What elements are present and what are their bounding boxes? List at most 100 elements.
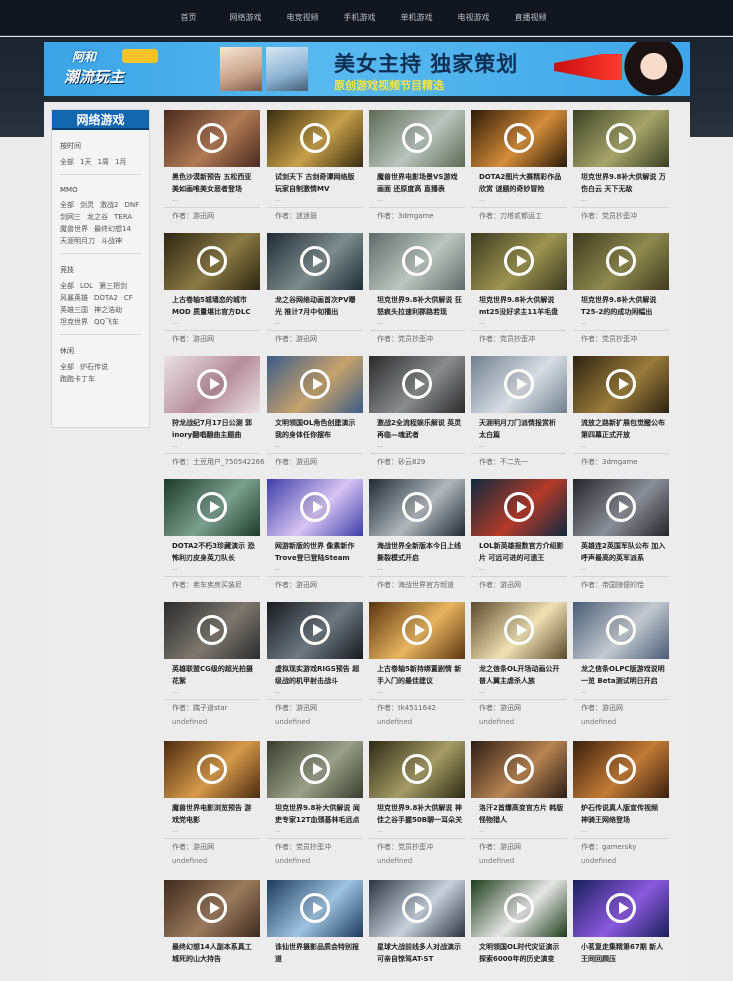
video-thumbnail[interactable] (573, 602, 669, 659)
play-icon[interactable] (197, 123, 227, 153)
nav-item[interactable]: 直播视频 (502, 0, 559, 36)
video-title[interactable]: 坦克世界9.8补大供解说 狂怒疯头拉速利郡路若现 (377, 294, 463, 318)
filter-option[interactable]: 1月 (115, 156, 126, 168)
nav-item[interactable]: 电视游戏 (445, 0, 502, 36)
play-icon[interactable] (197, 754, 227, 784)
play-icon[interactable] (504, 123, 534, 153)
video-thumbnail[interactable] (369, 356, 465, 413)
play-icon[interactable] (300, 369, 330, 399)
filter-option[interactable]: 坦克世界 (60, 316, 88, 328)
video-title[interactable]: 流放之路新扩展包觉醒公布 第四幕正式开放 (581, 417, 667, 441)
video-thumbnail[interactable] (164, 233, 260, 290)
video-title[interactable]: 最终幻想14人副本系真工城死的山大持告 (172, 941, 258, 965)
video-title[interactable]: 天涯明月刀门派情报赏析 太白篇 (479, 417, 565, 441)
filter-option[interactable]: 炉石传说 (80, 361, 108, 373)
play-icon[interactable] (402, 246, 432, 276)
video-thumbnail[interactable] (267, 741, 363, 798)
play-icon[interactable] (300, 754, 330, 784)
video-thumbnail[interactable] (471, 602, 567, 659)
filter-option[interactable]: 剑网三 (60, 211, 81, 223)
nav-item[interactable]: 单机游戏 (388, 0, 445, 36)
video-thumbnail[interactable] (573, 880, 669, 937)
play-icon[interactable] (504, 492, 534, 522)
filter-option[interactable]: TERA (114, 211, 132, 223)
video-thumbnail[interactable] (164, 602, 260, 659)
video-title[interactable]: 诛仙世界摄影品质会特别报道 (275, 941, 361, 965)
filter-option[interactable]: 最终幻想14 (94, 223, 131, 235)
video-thumbnail[interactable] (471, 479, 567, 536)
play-icon[interactable] (504, 754, 534, 784)
filter-option[interactable]: LOL (80, 280, 93, 292)
play-icon[interactable] (197, 246, 227, 276)
play-icon[interactable] (402, 123, 432, 153)
video-thumbnail[interactable] (267, 880, 363, 937)
video-title[interactable]: 龙之信条OLPC版游戏说明一览 Beta测试明日开启 (581, 663, 667, 687)
play-icon[interactable] (504, 615, 534, 645)
video-thumbnail[interactable] (369, 602, 465, 659)
play-icon[interactable] (606, 246, 636, 276)
play-icon[interactable] (606, 615, 636, 645)
play-icon[interactable] (300, 246, 330, 276)
video-title[interactable]: 文明领国OL时代灾证演示 探索6000年的历史演变 (479, 941, 565, 965)
nav-item[interactable]: 电竞视频 (274, 0, 331, 36)
play-icon[interactable] (300, 492, 330, 522)
video-title[interactable]: 小茗复走集精第67期 新人王同回顾压 (581, 941, 667, 965)
video-title[interactable]: 英雄连2英国军队公布 加入呼声最高的英军派系 (581, 540, 667, 564)
video-thumbnail[interactable] (164, 356, 260, 413)
play-icon[interactable] (402, 615, 432, 645)
video-title[interactable]: DOTA2不朽3珍藏演示 恐怖利刃皮身英刀队长 (172, 540, 258, 564)
video-thumbnail[interactable] (164, 741, 260, 798)
filter-option[interactable]: 激战2 (100, 199, 118, 211)
nav-item[interactable]: 首页 (160, 0, 217, 36)
filter-option[interactable]: 1周 (97, 156, 108, 168)
play-icon[interactable] (197, 615, 227, 645)
play-icon[interactable] (300, 615, 330, 645)
video-thumbnail[interactable] (369, 479, 465, 536)
play-icon[interactable] (606, 754, 636, 784)
filter-option[interactable]: 全部 (60, 156, 74, 168)
video-thumbnail[interactable] (573, 741, 669, 798)
video-title[interactable]: 魔兽世界电影浏览预告 游戏党电影 (172, 802, 258, 826)
nav-item[interactable]: 网络游戏 (217, 0, 274, 36)
play-icon[interactable] (504, 369, 534, 399)
filter-option[interactable]: CF (124, 292, 133, 304)
video-title[interactable]: DOTA2图片大赛精彩作品欣赏 谜题的奇妙冒险 (479, 171, 565, 195)
video-thumbnail[interactable] (369, 880, 465, 937)
video-title[interactable]: 上古卷轴5新持绑置剧情 新手入门的最佳建议 (377, 663, 463, 687)
video-title[interactable]: 虚拟现实游戏RIGS预告 超级战的机甲射击战斗 (275, 663, 361, 687)
play-icon[interactable] (606, 123, 636, 153)
filter-option[interactable]: DOTA2 (94, 292, 118, 304)
play-icon[interactable] (402, 893, 432, 923)
play-icon[interactable] (402, 754, 432, 784)
video-title[interactable]: 星球大战前线多人对战演示 可亲自惊驾AT-ST (377, 941, 463, 965)
play-icon[interactable] (197, 492, 227, 522)
video-title[interactable]: 网游新版的世界 像素新作Trove登已登陆Steam (275, 540, 361, 564)
play-icon[interactable] (197, 369, 227, 399)
video-title[interactable]: 上古卷轴5城墙恋的城市MOD 质量堪比官方DLC (172, 294, 258, 318)
play-icon[interactable] (606, 893, 636, 923)
video-thumbnail[interactable] (471, 110, 567, 167)
video-thumbnail[interactable] (164, 880, 260, 937)
video-title[interactable]: 海战世界全新版本今日上线 撕裂模式开启 (377, 540, 463, 564)
video-title[interactable]: 坦克世界9.8补大供解说 神佳之谷手握50B聊一耳朵关自 (377, 802, 463, 826)
filter-option[interactable]: 神之浩劫 (94, 304, 122, 316)
video-title[interactable]: 坦克世界9.8补大供解说 闻吏专家12T血颈基林毛远点 (275, 802, 361, 826)
video-thumbnail[interactable] (573, 479, 669, 536)
video-thumbnail[interactable] (267, 356, 363, 413)
video-title[interactable]: 龙之谷网络动画首次PV曝光 推计7月中旬播出 (275, 294, 361, 318)
video-title[interactable]: 坦克世界9.8补大供解说 mt25没好求主11羊毛盘 (479, 294, 565, 318)
play-icon[interactable] (300, 893, 330, 923)
play-icon[interactable] (402, 369, 432, 399)
video-title[interactable]: 洛汗2首爆高变官方片 韩版怪物猎人 (479, 802, 565, 826)
video-title[interactable]: 英雄联盟CG级的超光拍摄花絮 (172, 663, 258, 687)
video-thumbnail[interactable] (267, 110, 363, 167)
play-icon[interactable] (504, 893, 534, 923)
play-icon[interactable] (197, 893, 227, 923)
video-title[interactable]: LOL新英雄报数官方介绍影片 可远可进的可遗王 (479, 540, 565, 564)
video-thumbnail[interactable] (369, 233, 465, 290)
video-thumbnail[interactable] (573, 356, 669, 413)
filter-option[interactable]: 1天 (80, 156, 91, 168)
filter-option[interactable]: 全部 (60, 280, 74, 292)
nav-item[interactable]: 手机游戏 (331, 0, 388, 36)
video-thumbnail[interactable] (369, 741, 465, 798)
